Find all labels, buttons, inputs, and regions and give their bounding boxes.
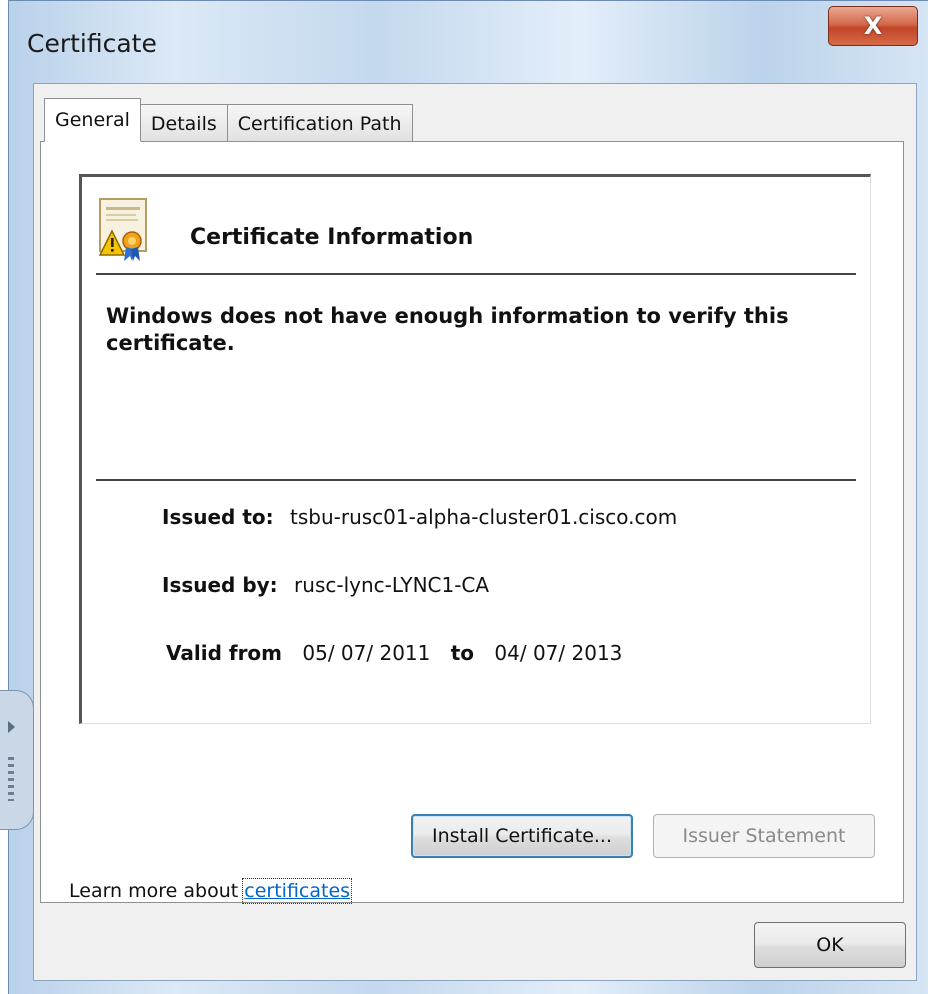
valid-from-value: 05/ 07/ 2011 (302, 641, 431, 665)
certificate-dialog: Certificate X General Details Certificat… (8, 0, 928, 994)
grip-icon (8, 757, 14, 801)
side-panel-handle[interactable] (0, 690, 34, 830)
valid-from-label: Valid from (166, 641, 283, 665)
issued-by-value: rusc-lync-LYNC1-CA (294, 573, 490, 597)
certificate-warning-icon (98, 198, 147, 261)
issued-to-value: tsbu-rusc01-alpha-cluster01.cisco.com (290, 505, 678, 529)
expand-arrow-icon (8, 721, 15, 733)
issued-to-row: Issued to: tsbu-rusc01-alpha-cluster01.c… (162, 505, 677, 529)
certificates-link[interactable]: certificates (242, 878, 353, 904)
learn-more-text: Learn more about certificates (69, 878, 353, 904)
valid-to-label: to (450, 641, 475, 665)
header-divider (96, 273, 856, 275)
dialog-body: General Details Certification Path Certi… (33, 83, 917, 981)
issuer-statement-button[interactable]: Issuer Statement (653, 814, 875, 858)
close-icon: X (863, 12, 883, 40)
tab-details[interactable]: Details (139, 104, 228, 142)
issued-by-label: Issued by: (162, 573, 278, 597)
tab-strip: General Details Certification Path (44, 98, 413, 142)
section-title: Certificate Information (190, 225, 474, 250)
tab-general[interactable]: General (44, 98, 141, 142)
issued-by-row: Issued by: rusc-lync-LYNC1-CA (162, 573, 489, 597)
ok-button[interactable]: OK (754, 922, 906, 968)
details-divider (96, 479, 856, 481)
general-tab-panel: Certificate Information Windows does not… (40, 141, 904, 904)
tab-certification-path[interactable]: Certification Path (226, 104, 413, 142)
valid-to-value: 04/ 07/ 2013 (494, 641, 623, 665)
install-certificate-button[interactable]: Install Certificate... (411, 814, 633, 858)
close-button[interactable]: X (828, 6, 918, 46)
title-bar[interactable]: Certificate X (9, 1, 928, 83)
learn-more-prefix: Learn more about (69, 880, 245, 902)
certificate-info-box: Certificate Information Windows does not… (79, 174, 871, 724)
issued-to-label: Issued to: (162, 505, 274, 529)
validity-row: Valid from 05/ 07/ 2011 to 04/ 07/ 2013 (166, 641, 622, 665)
verification-warning: Windows does not have enough information… (106, 304, 789, 355)
window-title: Certificate (27, 29, 157, 58)
